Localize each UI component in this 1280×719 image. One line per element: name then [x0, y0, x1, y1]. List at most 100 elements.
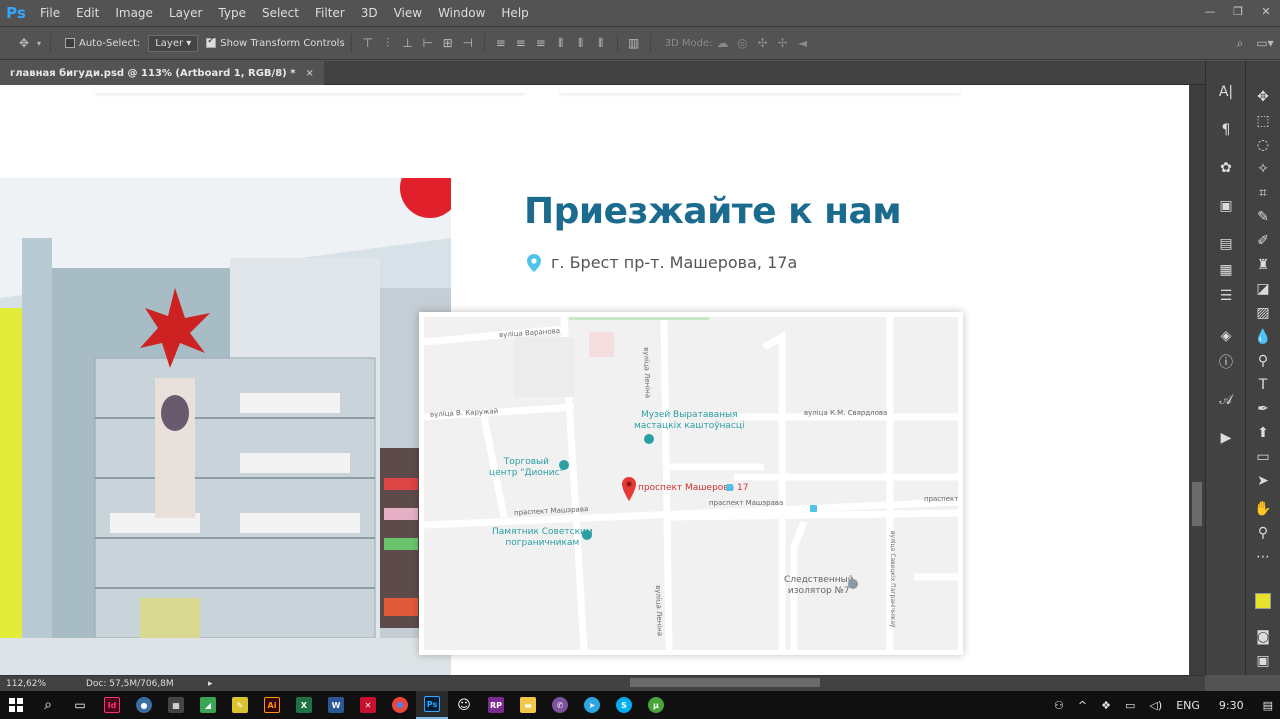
notes-app-icon[interactable]: ✎: [224, 691, 256, 719]
photoshop-app-icon[interactable]: Ps: [416, 691, 448, 719]
search-icon[interactable]: ⌕: [1230, 33, 1250, 53]
menu-window[interactable]: Window: [430, 0, 493, 26]
menu-view[interactable]: View: [386, 0, 430, 26]
auto-select-checkbox[interactable]: Auto-Select:: [65, 38, 140, 49]
foreground-color-swatch[interactable]: [1255, 593, 1271, 609]
menu-select[interactable]: Select: [254, 0, 307, 26]
checkbox-icon[interactable]: [65, 38, 75, 48]
poi-monument[interactable]: Памятник Советским пограничникам: [492, 527, 593, 549]
close-tab-icon[interactable]: ×: [305, 68, 313, 79]
telegram-app-icon[interactable]: ➤: [576, 691, 608, 719]
3d-orbit-icon[interactable]: ☁: [713, 33, 733, 53]
paragraph-panel-icon[interactable]: ¶: [1214, 119, 1238, 141]
align-top-icon[interactable]: ⊤: [358, 33, 378, 53]
distribute-bottom-icon[interactable]: ≡: [531, 33, 551, 53]
3d-scale-icon[interactable]: ◄: [793, 33, 813, 53]
chrome-app-icon[interactable]: [384, 691, 416, 719]
quick-mask-icon[interactable]: ◙: [1251, 626, 1275, 648]
explorer-app-icon[interactable]: ▬: [512, 691, 544, 719]
volume-icon[interactable]: ◁): [1142, 699, 1169, 712]
history-panel-icon[interactable]: ▤: [1214, 233, 1238, 255]
screen-mode-icon[interactable]: ▣: [1251, 650, 1275, 672]
people-icon[interactable]: ⚇: [1047, 699, 1071, 712]
poi-museum[interactable]: Музей Выратаваныя мастацкіх каштоўнасці: [634, 410, 745, 432]
notifications-icon[interactable]: ▤: [1256, 699, 1280, 712]
illustrator-app-icon[interactable]: Ai: [256, 691, 288, 719]
network-icon[interactable]: ▭: [1118, 699, 1142, 712]
layer-dropdown[interactable]: Layer ▾: [148, 34, 199, 52]
menu-filter[interactable]: Filter: [307, 0, 353, 26]
horizontal-scroll-thumb[interactable]: [630, 678, 820, 687]
align-vcenter-icon[interactable]: ⫶: [378, 33, 398, 53]
viber-app-icon[interactable]: ✆: [544, 691, 576, 719]
glyphs-panel-icon[interactable]: 𝒜: [1214, 389, 1238, 411]
vertical-scroll-thumb[interactable]: [1192, 482, 1202, 526]
show-transform-checkbox[interactable]: Show Transform Controls: [206, 36, 345, 49]
shape-tool-icon[interactable]: ▭: [1251, 446, 1275, 468]
vertical-scrollbar[interactable]: [1189, 85, 1205, 675]
align-bottom-icon[interactable]: ⊥: [398, 33, 418, 53]
location-marker-icon[interactable]: [622, 477, 636, 501]
chevron-down-icon[interactable]: ▾: [34, 33, 44, 53]
menu-type[interactable]: Type: [210, 0, 254, 26]
menu-help[interactable]: Help: [493, 0, 536, 26]
blur-tool-icon[interactable]: 💧: [1251, 326, 1275, 348]
magic-wand-icon[interactable]: ✧: [1251, 158, 1275, 180]
distribute-right-icon[interactable]: ⦀: [591, 33, 611, 53]
3d-pan-icon[interactable]: ✣: [753, 33, 773, 53]
lasso-tool-icon[interactable]: ◌: [1251, 134, 1275, 156]
skype-app-icon[interactable]: S: [608, 691, 640, 719]
keyboard-language[interactable]: ENG: [1169, 699, 1207, 712]
poi-dionis[interactable]: Торговый центр "Дионис": [489, 457, 564, 479]
menu-file[interactable]: File: [32, 0, 68, 26]
distribute-hcenter-icon[interactable]: ⦀: [571, 33, 591, 53]
more-tools-icon[interactable]: ⋯: [1251, 546, 1275, 568]
move-tool-icon[interactable]: ✥: [1251, 86, 1275, 108]
indesign-app-icon[interactable]: Id: [96, 691, 128, 719]
marquee-tool-icon[interactable]: ⬚: [1251, 110, 1275, 132]
app-icon[interactable]: RP: [480, 691, 512, 719]
location-map[interactable]: вуліца Варанова вуліца Леніна вуліца В. …: [419, 312, 963, 655]
notes-panel-icon[interactable]: ▦: [1214, 259, 1238, 281]
3d-roll-icon[interactable]: ◎: [733, 33, 753, 53]
dodge-tool-icon[interactable]: ⚲: [1251, 350, 1275, 372]
document-tab[interactable]: главная бигуди.psd @ 113% (Artboard 1, R…: [0, 61, 324, 85]
stamp-tool-icon[interactable]: ♜: [1251, 254, 1275, 276]
clock[interactable]: 9:30: [1207, 699, 1256, 712]
artboard-canvas[interactable]: Приезжайте к нам г. Брест пр-т. Машерова…: [0, 85, 1189, 675]
3d-slide-icon[interactable]: ✢: [773, 33, 793, 53]
distribute-top-icon[interactable]: ≡: [491, 33, 511, 53]
zoom-tool-icon[interactable]: ⚲: [1251, 522, 1275, 544]
zoom-level[interactable]: 112,62%: [0, 679, 80, 689]
auto-align-icon[interactable]: ▥: [624, 33, 644, 53]
word-app-icon[interactable]: W: [320, 691, 352, 719]
task-view-icon[interactable]: ▭: [64, 691, 96, 719]
move-tool-icon[interactable]: ✥: [14, 33, 34, 53]
pen-tool-icon[interactable]: ✒: [1251, 398, 1275, 420]
align-hcenter-icon[interactable]: ⊞: [438, 33, 458, 53]
eyedropper-icon[interactable]: ✎: [1251, 206, 1275, 228]
actions-panel-icon[interactable]: ▶: [1214, 427, 1238, 449]
path-select-icon[interactable]: ⬆: [1251, 422, 1275, 444]
excel-app-icon[interactable]: X: [288, 691, 320, 719]
info-panel-icon[interactable]: ⓘ: [1214, 351, 1238, 373]
align-left-icon[interactable]: ⊢: [418, 33, 438, 53]
menu-image[interactable]: Image: [107, 0, 161, 26]
distribute-left-icon[interactable]: ⦀: [551, 33, 571, 53]
app-icon[interactable]: ◢: [192, 691, 224, 719]
align-right-icon[interactable]: ⊣: [458, 33, 478, 53]
app-icon[interactable]: ☺: [448, 691, 480, 719]
search-icon[interactable]: ⌕: [32, 691, 64, 719]
chevron-up-icon[interactable]: ^: [1071, 699, 1094, 712]
minimize-icon[interactable]: —: [1196, 0, 1224, 22]
workspace-icon[interactable]: ▭▾: [1250, 33, 1280, 53]
color-panel-icon[interactable]: ✿: [1214, 157, 1238, 179]
dropbox-icon[interactable]: ❖: [1094, 699, 1118, 712]
character-panel-icon[interactable]: A|: [1214, 81, 1238, 103]
layers-panel-icon[interactable]: ◈: [1214, 325, 1238, 347]
type-tool-icon[interactable]: T: [1251, 374, 1275, 396]
swatches-panel-icon[interactable]: ▣: [1214, 195, 1238, 217]
app-icon[interactable]: ●: [128, 691, 160, 719]
close-icon[interactable]: ✕: [1252, 0, 1280, 22]
restore-icon[interactable]: ❐: [1224, 0, 1252, 22]
